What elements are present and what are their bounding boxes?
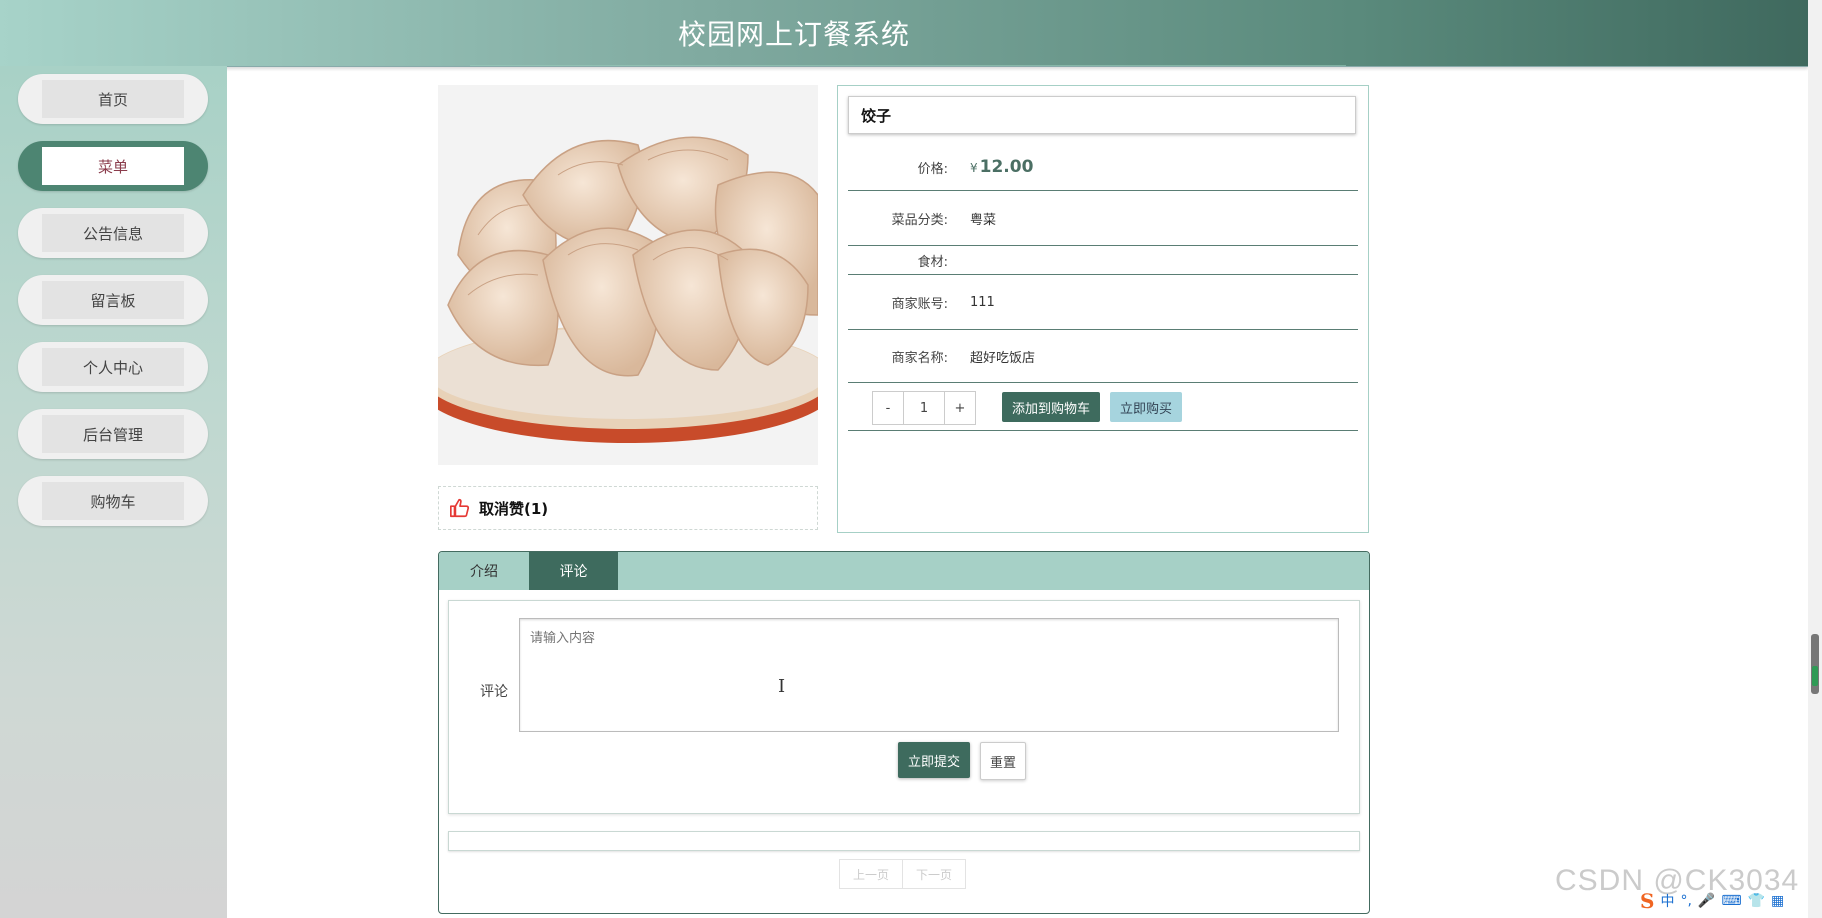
tab-intro[interactable]: 介绍 [439,552,529,590]
sidebar-item-label: 购物车 [42,482,184,520]
sidebar-item-home[interactable]: 首页 [18,74,208,124]
divider [470,60,1346,66]
comment-label: 评论 [480,684,508,700]
price-label: 价格: [917,161,948,177]
purchase-row: - 1 + 添加到购物车 立即购买 [848,383,1358,431]
merchant-name-row: 商家名称: 超好吃饭店 [848,330,1358,383]
sidebar-item-label: 个人中心 [42,348,184,386]
tab-comments[interactable]: 评论 [529,552,618,590]
skin-shirt-icon[interactable]: 👕 [1748,893,1765,909]
quantity-input[interactable]: 1 [903,392,945,424]
next-page-button[interactable]: 下一页 [902,860,965,888]
app-title: 校园网上订餐系统 [677,18,910,51]
ingredients-row: 食材: [848,246,1358,275]
increase-button[interactable]: + [945,392,975,424]
currency-symbol: ¥ [970,161,978,175]
sidebar-item-label: 菜单 [42,147,184,185]
category-label: 菜品分类: [891,212,948,228]
keyboard-icon[interactable]: ⌨ [1721,893,1741,909]
grid-menu-icon[interactable]: ▦ [1771,893,1784,909]
comment-form: 评论 立即提交 重置 [448,600,1360,814]
sidebar-item-message-board[interactable]: 留言板 [18,275,208,325]
scrollbar-accent [1812,666,1818,686]
sogou-logo-icon: S [1640,889,1655,913]
dumplings-illustration [438,85,818,465]
price-row: 价格: ¥12.00 [848,144,1358,191]
add-to-cart-button[interactable]: 添加到购物车 [1002,392,1100,422]
product-name: 饺子 [848,96,1356,134]
merchant-name-value: 超好吃饭店 [970,350,1036,366]
category-value: 粤菜 [970,212,997,228]
buy-now-button[interactable]: 立即购买 [1110,392,1182,422]
prev-page-button[interactable]: 上一页 [840,860,902,888]
sidebar-item-personal-center[interactable]: 个人中心 [18,342,208,392]
category-row: 菜品分类: 粤菜 [848,191,1358,246]
text-cursor-icon: I [778,676,786,697]
sidebar-item-cart[interactable]: 购物车 [18,476,208,526]
like-toggle[interactable]: 取消赞(1) [438,486,818,530]
ingredients-label: 食材: [917,254,948,270]
pagination: 上一页 下一页 [839,859,966,889]
price-amount: 12.00 [979,157,1034,177]
tabs-bar: 介绍 评论 [439,552,1369,590]
page-scrollbar[interactable] [1808,0,1822,918]
sidebar-item-announcements[interactable]: 公告信息 [18,208,208,258]
ime-mode[interactable]: 中 [1660,891,1674,911]
sidebar: 首页 菜单 公告信息 留言板 个人中心 后台管理 购物车 [0,66,227,918]
sidebar-item-menu[interactable]: 菜单 [18,141,208,191]
merchant-account-row: 商家账号: 111 [848,275,1358,330]
comment-list [448,831,1360,851]
thumbs-up-icon [450,498,470,518]
like-label: 取消赞(1) [479,499,549,518]
sidebar-item-label: 留言板 [42,281,184,319]
sidebar-item-label: 后台管理 [42,415,184,453]
quantity-stepper: - 1 + [872,391,976,425]
sidebar-item-admin[interactable]: 后台管理 [18,409,208,459]
product-info-panel: 饺子 价格: ¥12.00 菜品分类: 粤菜 食材: 商家账号: 111 商家名… [837,85,1369,533]
ime-punctuation[interactable]: °, [1680,893,1691,909]
price-value: ¥12.00 [970,157,1033,177]
sidebar-item-label: 公告信息 [42,214,184,252]
merchant-account-value: 111 [970,294,995,310]
reset-button[interactable]: 重置 [980,742,1026,780]
microphone-icon[interactable]: 🎤 [1698,893,1715,909]
merchant-account-label: 商家账号: [891,296,948,312]
product-image [438,85,818,465]
submit-button[interactable]: 立即提交 [898,742,970,778]
decrease-button[interactable]: - [873,392,903,424]
app-header: 校园网上订餐系统 [0,0,1808,67]
merchant-name-label: 商家名称: [891,350,948,366]
sidebar-item-label: 首页 [42,80,184,118]
detail-tabs-panel: 介绍 评论 评论 立即提交 重置 上一页 下一页 [438,551,1370,914]
ime-toolbar[interactable]: S 中 °, 🎤 ⌨ 👕 ▦ [1640,888,1784,914]
comment-textarea[interactable] [519,618,1339,732]
